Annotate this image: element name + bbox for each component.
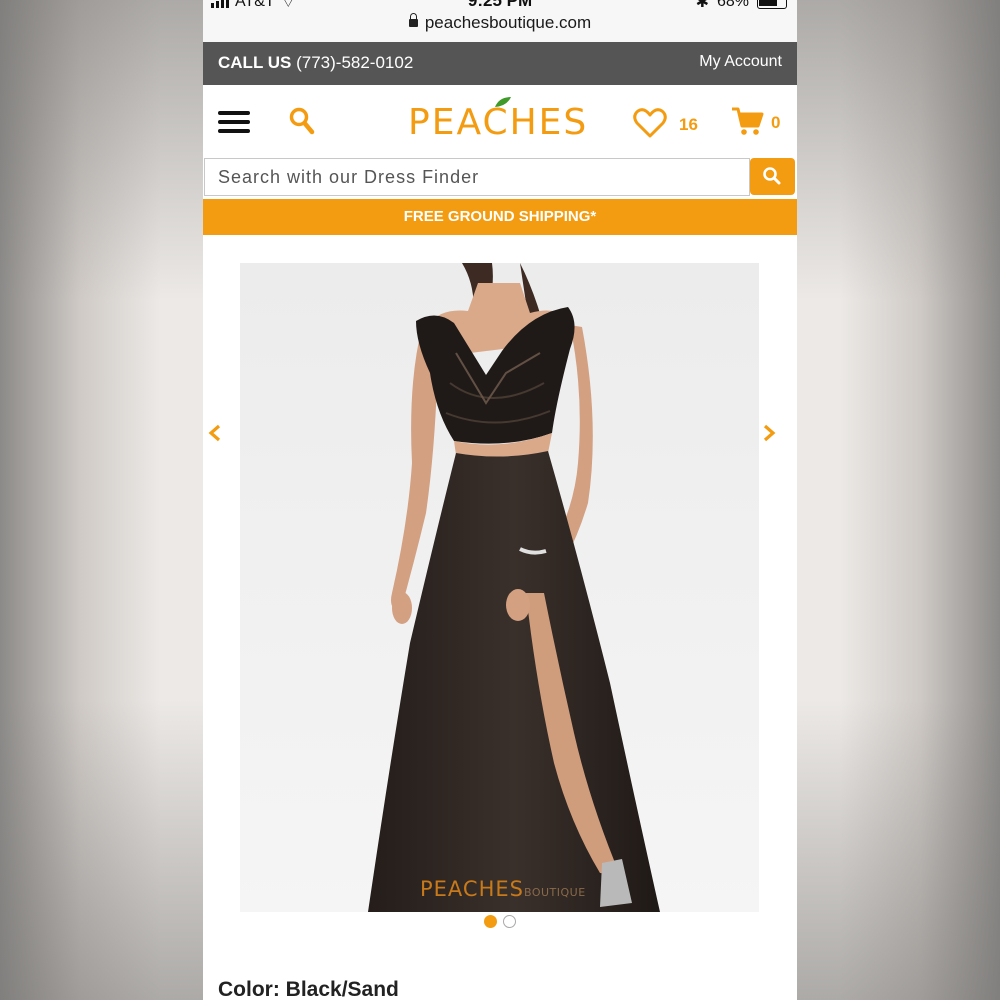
dress-finder-search-button[interactable]	[750, 158, 795, 195]
site-header: PEACHES 16 0	[203, 85, 797, 157]
battery-percent: 68%	[716, 0, 749, 10]
my-account-link[interactable]: My Account	[699, 53, 782, 71]
leaf-icon	[495, 97, 511, 107]
carousel-dot-2[interactable]	[503, 915, 516, 928]
wishlist-count: 16	[679, 115, 698, 134]
search-button-icon	[763, 167, 781, 185]
photo-watermark: PEACHESBOUTIQUE	[420, 877, 586, 901]
browser-status-bar: AT&T ⌔ 9:25 PM ✱ 68% peachesboutique.com	[203, 0, 797, 42]
top-contact-bar: CALL US (773)-582-0102 My Account	[203, 42, 797, 85]
prev-image-arrow-icon[interactable]	[208, 424, 222, 442]
next-image-arrow-icon[interactable]	[762, 424, 776, 442]
battery-group: ✱ 68%	[696, 0, 787, 12]
address-bar[interactable]: peachesboutique.com	[203, 13, 797, 33]
lock-icon	[408, 13, 418, 27]
free-shipping-banner[interactable]: FREE GROUND SHIPPING*	[203, 199, 797, 235]
carousel-pagination	[203, 915, 797, 928]
bluetooth-icon: ✱	[695, 0, 709, 11]
cart-count: 0	[771, 113, 781, 132]
hamburger-menu-icon[interactable]	[218, 111, 250, 133]
product-color-label: Color: Black/Sand	[218, 978, 399, 1000]
call-us-link[interactable]: CALL US (773)-582-0102	[218, 53, 413, 73]
watermark-suffix: BOUTIQUE	[523, 886, 586, 899]
watermark-brand: PEACHES	[420, 877, 524, 901]
battery-icon	[757, 0, 787, 9]
call-us-label: CALL US	[218, 53, 292, 72]
phone-number: (773)-582-0102	[296, 53, 414, 72]
heart-icon[interactable]	[633, 107, 667, 139]
dress-finder-bar	[203, 157, 797, 199]
search-icon[interactable]	[289, 107, 315, 135]
cart-icon[interactable]	[731, 105, 765, 137]
dress-finder-input[interactable]	[204, 158, 750, 196]
phone-screen: AT&T ⌔ 9:25 PM ✱ 68% peachesboutique.com…	[203, 0, 797, 1000]
url-text: peachesboutique.com	[424, 13, 592, 32]
carousel-dot-1[interactable]	[484, 915, 497, 928]
dress-model-illustration	[240, 263, 759, 912]
product-image[interactable]: PEACHESBOUTIQUE	[240, 263, 759, 912]
